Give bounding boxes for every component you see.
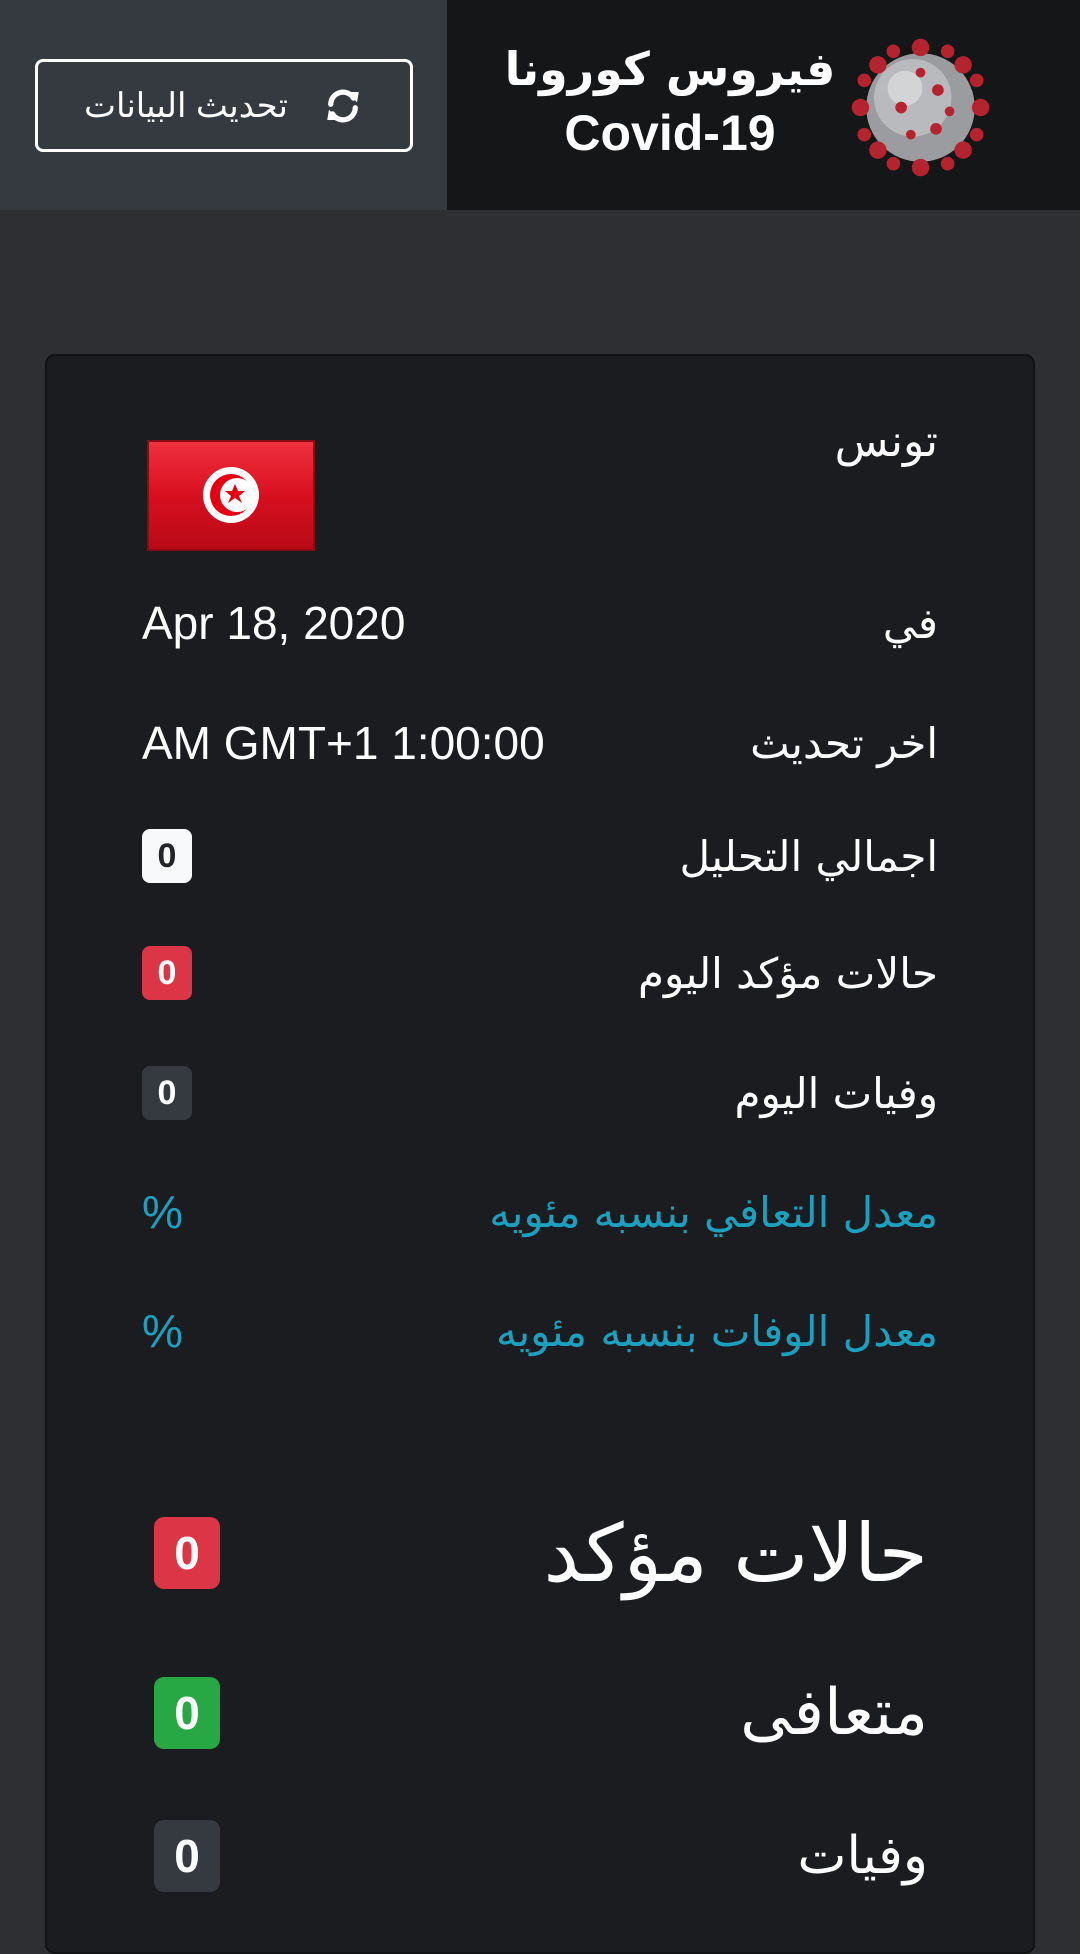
deaths-total-badge: 0 <box>154 1820 220 1892</box>
total-tests-badge: 0 <box>142 829 192 883</box>
refresh-icon <box>327 89 359 122</box>
tunisia-flag-icon <box>147 440 315 551</box>
top-bar-left: تحديث البيانات <box>0 0 447 210</box>
confirmed-total-badge: 0 <box>154 1517 220 1589</box>
death-rate-value: % <box>142 1305 183 1357</box>
last-update-row: AM GMT+1 1:00:00 اخر تحديث <box>142 713 938 773</box>
refresh-data-button[interactable]: تحديث البيانات <box>35 59 413 152</box>
date-value: Apr 18, 2020 <box>142 597 406 649</box>
last-update-value: AM GMT+1 1:00:00 <box>142 717 545 769</box>
country-card: تونس Apr 18, 2020 في AM GMT+1 1:00:00 اخ… <box>45 354 1035 1954</box>
brand-title-arabic: فيروس كورونا <box>504 42 836 96</box>
total-tests-row: 0 اجمالي التحليل <box>142 826 938 886</box>
country-name: تونس <box>834 416 938 467</box>
death-rate-label: معدل الوفات بنسبه مئويه <box>495 1306 938 1356</box>
deaths-total-label: وفيات <box>797 1826 928 1886</box>
date-row: Apr 18, 2020 في <box>142 593 938 653</box>
today-cases-badge: 0 <box>142 946 192 1000</box>
today-deaths-row: 0 وفيات اليوم <box>142 1063 938 1123</box>
today-deaths-badge: 0 <box>142 1066 192 1120</box>
recovery-rate-label: معدل التعافي بنسبه مئويه <box>489 1187 938 1237</box>
deaths-total-row: 0 وفيات <box>154 1816 928 1896</box>
today-cases-row: 0 حالات مؤكد اليوم <box>142 943 938 1003</box>
death-rate-row: % معدل الوفات بنسبه مئويه <box>142 1301 938 1361</box>
today-deaths-label: وفيات اليوم <box>734 1068 938 1118</box>
recovered-total-label: متعافى <box>740 1676 928 1750</box>
virus-logo-icon <box>851 38 990 177</box>
date-label: في <box>882 598 938 648</box>
recovery-rate-row: % معدل التعافي بنسبه مئويه <box>142 1182 938 1242</box>
confirmed-total-label: حالات مؤكد <box>543 1506 928 1600</box>
refresh-data-label: تحديث البيانات <box>83 86 289 125</box>
recovery-rate-value: % <box>142 1186 183 1238</box>
recovered-total-badge: 0 <box>154 1677 220 1749</box>
last-update-label: اخر تحديث <box>750 718 938 768</box>
total-tests-label: اجمالي التحليل <box>679 831 938 881</box>
confirmed-total-row: 0 حالات مؤكد <box>154 1498 928 1608</box>
top-bar: تحديث البيانات فيروس كورونا Covid-19 <box>0 0 1080 210</box>
today-cases-label: حالات مؤكد اليوم <box>637 948 938 998</box>
brand-title-english: Covid-19 <box>564 105 776 161</box>
recovered-total-row: 0 متعافى <box>154 1668 928 1758</box>
brand-title: فيروس كورونا Covid-19 <box>500 40 840 168</box>
